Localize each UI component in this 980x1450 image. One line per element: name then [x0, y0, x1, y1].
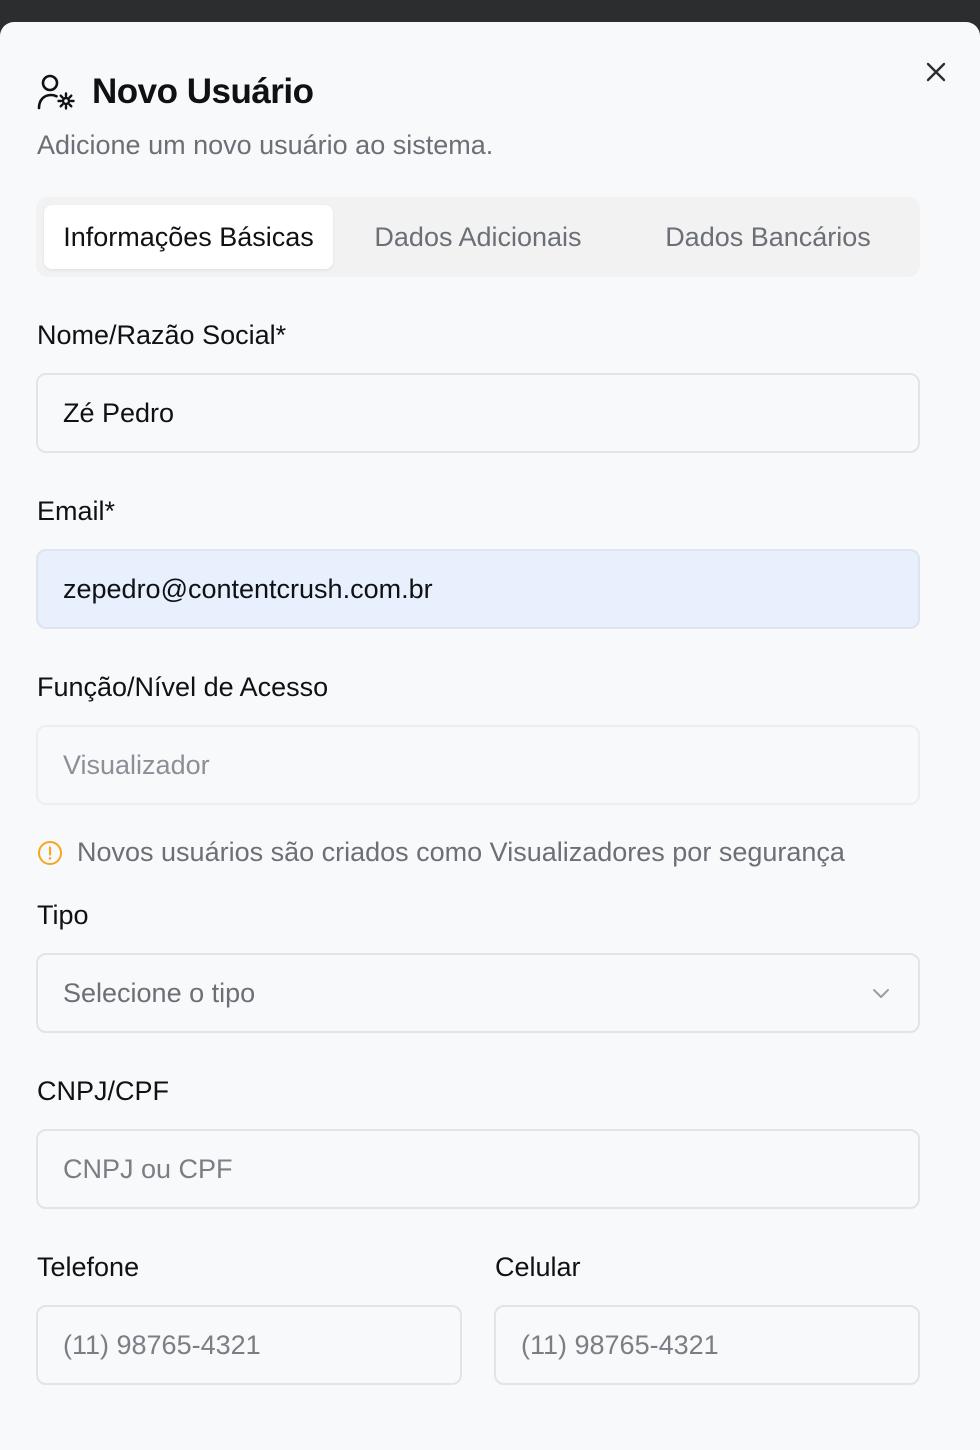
mobile-input[interactable] — [521, 1329, 893, 1361]
name-field-wrapper — [36, 373, 920, 453]
document-label: CNPJ/CPF — [37, 1076, 170, 1106]
type-label: Tipo — [37, 900, 89, 930]
new-user-dialog: Novo Usuário Adicione um novo usuário ao… — [0, 22, 980, 1450]
name-input[interactable] — [63, 397, 893, 429]
email-label: Email* — [37, 496, 116, 526]
close-button[interactable] — [922, 58, 950, 86]
mobile-label: Celular — [495, 1252, 581, 1282]
type-select[interactable]: Selecione o tipo — [36, 953, 920, 1033]
type-select-value: Selecione o tipo — [63, 977, 256, 1008]
name-label: Nome/Razão Social* — [37, 320, 287, 350]
dialog-subtitle: Adicione um novo usuário ao sistema. — [37, 130, 494, 160]
phone-field-wrapper — [36, 1305, 462, 1385]
tab-informacoes-basicas[interactable]: Informações Básicas — [44, 205, 333, 269]
role-hint: Novos usuários são criados como Visualiz… — [37, 837, 845, 868]
dialog-title: Novo Usuário — [92, 72, 314, 111]
email-field-wrapper — [36, 549, 920, 629]
email-input[interactable] — [63, 573, 893, 605]
role-field: Visualizador — [36, 725, 920, 805]
document-field-wrapper — [36, 1129, 920, 1209]
phone-input[interactable] — [63, 1329, 435, 1361]
role-label: Função/Nível de Acesso — [37, 672, 329, 702]
role-hint-text: Novos usuários são criados como Visualiz… — [77, 837, 845, 867]
document-input[interactable] — [63, 1153, 893, 1185]
user-cog-icon — [37, 74, 75, 110]
tab-dados-bancarios[interactable]: Dados Bancários — [623, 205, 913, 269]
alert-circle-icon — [38, 840, 62, 865]
mobile-field-wrapper — [494, 1305, 920, 1385]
chevron-down-icon — [873, 989, 889, 998]
tab-list: Informações Básicas Dados Adicionais Dad… — [36, 197, 920, 277]
role-value: Visualizador — [63, 749, 210, 780]
tab-dados-adicionais[interactable]: Dados Adicionais — [333, 205, 623, 269]
close-icon — [926, 62, 946, 82]
phone-label: Telefone — [37, 1252, 140, 1282]
dialog-header: Novo Usuário — [36, 72, 314, 112]
